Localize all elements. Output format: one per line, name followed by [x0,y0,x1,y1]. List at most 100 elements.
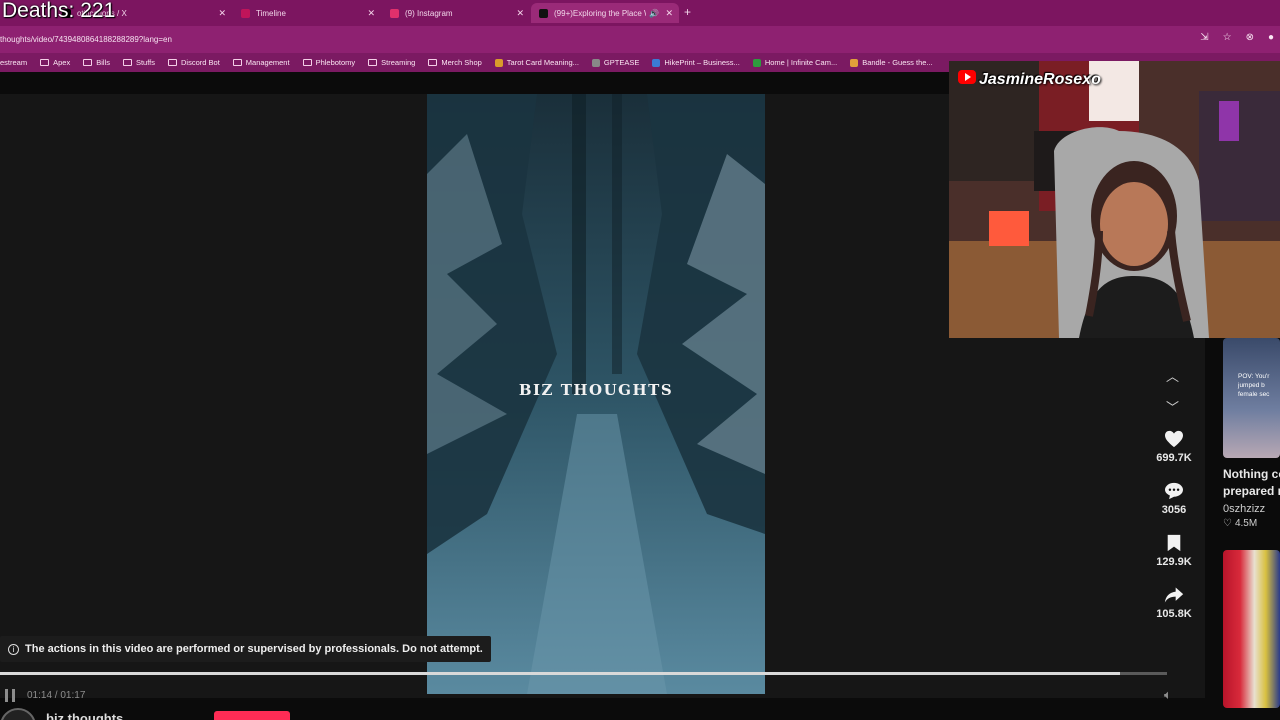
bookmark-label: Home | Infinite Cam... [764,58,838,67]
bookmark-label: GPTEASE [603,58,640,67]
safety-warning-banner: i The actions in this video are performe… [0,636,491,662]
author-avatar[interactable] [0,708,36,720]
bookmark-item[interactable]: Phlebotomy [302,58,356,67]
profile-avatar-icon[interactable]: ● [1268,32,1274,43]
bookmark-label: estream [0,58,28,67]
volume-icon[interactable]: 🔈︎ [1164,687,1172,703]
bookmark-label: Discord Bot [181,58,220,67]
streamer-webcam-overlay: JasmineRosexo [949,61,1280,338]
comment-icon [1165,482,1183,500]
heart-outline-icon: ♡ [1223,518,1232,529]
close-tab-icon[interactable]: ✕ [665,8,673,19]
heart-icon [1165,430,1183,448]
previous-video-chevron-up-icon[interactable]: ︿ [1166,366,1179,385]
tab-bar: otifications / X ✕ Timeline ✕ (9) Instag… [0,0,1280,26]
bookmark-item[interactable]: Home | Infinite Cam... [752,58,838,67]
bookmark-label: Management [245,58,290,67]
youtube-logo-icon [958,70,976,84]
site-favicon-icon [652,58,661,67]
site-favicon-icon [850,58,859,67]
thumbnail-caption: POV: You'r jumped b female sec [1238,373,1270,398]
share-icon [1164,587,1184,603]
video-controls: 01:14 / 01:17 🔈︎ [0,686,1205,706]
tiktok-favicon-icon [539,8,548,18]
bookmark-item[interactable]: Stuffs [122,58,156,67]
bookmark-label: Bills [96,58,110,67]
recommended-views: ♡ 4.5M [1223,518,1280,529]
comment-count: 3056 [1161,504,1187,516]
address-bar: thoughts/video/7439480864188288289?lang=… [0,26,1280,53]
recommended-video-card[interactable] [1223,550,1280,708]
video-progress-fill [0,672,1121,675]
bookmark-item[interactable]: Bills [83,58,110,67]
info-icon: i [8,643,19,655]
tab-label: (9) Instagram [405,8,453,18]
site-favicon-icon [752,58,761,67]
folder-icon [122,59,132,66]
like-button[interactable]: 699.7K [1150,430,1198,464]
site-favicon-icon [494,58,503,67]
webcam-channel-name: JasmineRosexo [979,71,1101,88]
video-time: 01:14 / 01:17 [27,690,86,701]
bookmark-label: Tarot Card Meaning... [506,58,579,67]
bookmark-star-icon[interactable]: ☆ [1223,32,1232,43]
bookmark-button[interactable]: 129.9K [1150,534,1198,568]
instagram-favicon-icon [390,8,399,18]
like-count: 699.7K [1156,452,1192,464]
folder-icon [232,59,242,66]
audio-playing-icon[interactable]: 🔊 [649,9,659,18]
follow-button[interactable] [214,711,290,720]
recommended-title[interactable]: Nothing co prepared n [1223,466,1280,500]
recommended-thumbnail[interactable] [1223,550,1280,708]
bookmark-label: Bandle - Guess the... [862,58,933,67]
extension-icon[interactable]: ⊗ [1246,32,1254,43]
video-progress-bar[interactable] [0,672,1167,675]
next-video-chevron-down-icon[interactable]: ﹀ [1166,397,1179,416]
url-field[interactable]: thoughts/video/7439480864188288289?lang=… [0,35,172,44]
recommended-video-card[interactable]: POV: You'r jumped b female sec Nothing c… [1223,338,1280,529]
bookmark-label: Phlebotomy [315,58,356,67]
bookmark-item[interactable]: HikePrint – Business... [652,58,740,67]
bookmark-item[interactable]: Management [232,58,290,67]
tab-tiktok-active[interactable]: (99+)Exploring the Place W 🔊 ✕ [531,3,679,23]
share-button[interactable]: 105.8K [1150,586,1198,620]
tab-timeline[interactable]: Timeline ✕ [233,3,381,23]
install-app-icon[interactable]: ⇲ [1200,32,1208,43]
deaths-counter-overlay: Deaths: 221 [2,0,116,22]
folder-icon [368,59,378,66]
tab-label: Timeline [256,8,286,18]
recommended-author[interactable]: 0szhzizz [1223,503,1280,515]
comment-button[interactable]: 3056 [1150,482,1198,516]
close-tab-icon[interactable]: ✕ [218,8,226,19]
bookmark-label: Stuffs [135,58,156,67]
folder-icon [40,59,50,66]
bookmark-item[interactable]: Bandle - Guess the... [850,58,933,67]
author-name[interactable]: biz.thoughts [46,711,123,720]
new-tab-button[interactable]: + [684,5,691,19]
address-bar-actions: ⇲ ☆ ⊗ ● [1200,32,1274,43]
timeline-favicon-icon [241,8,250,18]
tab-instagram[interactable]: (9) Instagram ✕ [382,3,530,23]
share-count: 105.8K [1156,608,1192,620]
folder-icon [168,59,178,66]
pause-icon[interactable] [5,689,17,702]
bookmark-label: Apex [53,58,71,67]
video-frame[interactable]: BIZ THOUGHTS [427,94,765,694]
close-tab-icon[interactable]: ✕ [367,8,375,19]
folder-icon [302,59,312,66]
bookmark-item[interactable]: Tarot Card Meaning... [494,58,579,67]
bookmark-item[interactable]: Apex [40,58,70,67]
bookmark-count: 129.9K [1156,556,1192,568]
bookmark-item[interactable]: Merch Shop [428,58,482,67]
recommended-title-line: prepared n [1223,484,1280,498]
recommended-thumbnail[interactable]: POV: You'r jumped b female sec [1223,338,1280,458]
bookmark-item[interactable]: Discord Bot [168,58,220,67]
close-tab-icon[interactable]: ✕ [516,8,524,19]
bookmark-item[interactable]: GPTEASE [591,58,640,67]
bookmark-label: HikePrint – Business... [664,58,740,67]
recommended-view-count: 4.5M [1234,518,1258,529]
bookmark-item[interactable]: Streaming [368,58,415,67]
recommended-title-line: Nothing co [1223,467,1280,481]
bookmark-item[interactable]: estream [0,58,27,67]
folder-icon [428,59,438,66]
